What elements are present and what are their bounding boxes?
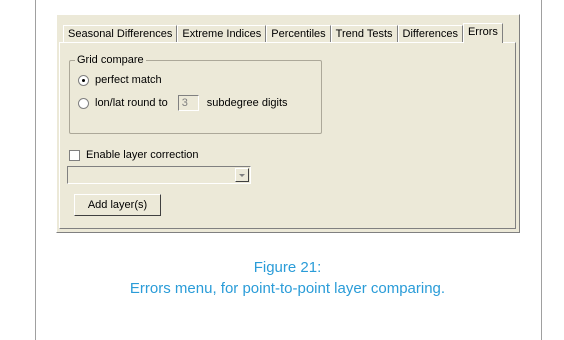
enable-layer-correction-label: Enable layer correction: [86, 149, 199, 161]
round-radio[interactable]: [78, 97, 89, 109]
tab-extreme-indices[interactable]: Extreme Indices: [177, 25, 267, 42]
tab-strip: Seasonal Differences Extreme Indices Per…: [63, 23, 503, 43]
tab-differences[interactable]: Differences: [397, 25, 463, 42]
grid-compare-group: Grid compare perfect match lon/lat round…: [69, 54, 322, 134]
figure-number: Figure 21:: [253, 259, 322, 276]
tab-errors[interactable]: Errors: [462, 23, 503, 43]
tab-seasonal-differences[interactable]: Seasonal Differences: [63, 25, 178, 42]
enable-layer-correction-checkbox[interactable]: [69, 149, 80, 161]
perfect-match-option[interactable]: perfect match: [78, 74, 162, 86]
figure-caption: Errors menu, for point-to-point layer co…: [129, 280, 446, 297]
enable-layer-correction-option[interactable]: Enable layer correction: [69, 149, 199, 161]
perfect-match-radio[interactable]: [78, 74, 89, 86]
chevron-down-icon: [239, 173, 245, 177]
layer-dropdown[interactable]: [67, 166, 251, 184]
errors-dialog: Seasonal Differences Extreme Indices Per…: [56, 14, 520, 233]
errors-tab-panel: Grid compare perfect match lon/lat round…: [59, 42, 516, 229]
perfect-match-label: perfect match: [95, 74, 162, 86]
tab-percentiles[interactable]: Percentiles: [266, 25, 331, 42]
subdegree-digits-input[interactable]: [177, 95, 199, 111]
grid-compare-legend: Grid compare: [75, 54, 146, 66]
round-option[interactable]: lon/lat round to subdegree digits: [78, 95, 288, 111]
tab-trend-tests[interactable]: Trend Tests: [330, 25, 398, 42]
subdegree-digits-label: subdegree digits: [206, 97, 288, 109]
round-label: lon/lat round to: [95, 97, 168, 109]
add-layer-button[interactable]: Add layer(s): [74, 194, 161, 216]
dropdown-arrow-button[interactable]: [235, 168, 249, 182]
